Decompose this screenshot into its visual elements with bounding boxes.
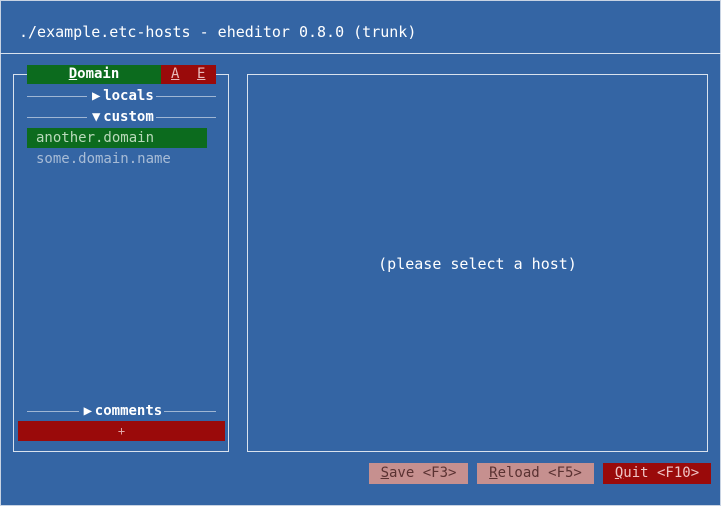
tab-e[interactable]: E	[197, 65, 205, 84]
add-host-button[interactable]: +	[18, 421, 225, 441]
window-title: ./example.etc-hosts - eheditor 0.8.0 (tr…	[19, 23, 417, 41]
tab-a[interactable]: A	[171, 65, 179, 84]
group-header-locals[interactable]: ▶ locals	[27, 87, 216, 105]
tab-domain-label: omain	[77, 66, 120, 82]
reload-button[interactable]: Reload <F5>	[477, 463, 594, 484]
reload-hotkey: R	[489, 465, 498, 481]
collapse-arrow-icon: ▼	[91, 109, 101, 125]
group-header-comments[interactable]: ▶ comments	[27, 402, 216, 420]
group-header-custom[interactable]: ▼ custom	[27, 108, 216, 126]
host-item-some-domain-name[interactable]: some.domain.name	[27, 149, 207, 169]
empty-selection-message: (please select a host)	[378, 255, 577, 273]
save-button[interactable]: Save <F3>	[369, 463, 468, 484]
group-label-locals: locals	[103, 88, 154, 104]
expand-arrow-icon: ▶	[91, 88, 101, 104]
host-item-another-domain[interactable]: another.domain	[27, 128, 207, 148]
reload-label: eload <F5>	[497, 465, 582, 481]
quit-label: uit <F10>	[623, 465, 700, 481]
tab-domain-hotkey: D	[68, 66, 78, 82]
expand-arrow-icon: ▶	[83, 403, 92, 419]
group-label-custom: custom	[103, 109, 154, 125]
save-label: ave <F3>	[389, 465, 457, 481]
quit-button[interactable]: Quit <F10>	[603, 463, 711, 484]
title-bar: ./example.etc-hosts - eheditor 0.8.0 (tr…	[0, 0, 721, 54]
tab-domain[interactable]: Domain	[27, 65, 161, 84]
tab-extra-group: A E	[161, 65, 216, 84]
group-label-comments: comments	[94, 403, 163, 419]
save-hotkey: S	[380, 465, 389, 481]
host-detail-panel: (please select a host)	[247, 74, 708, 452]
